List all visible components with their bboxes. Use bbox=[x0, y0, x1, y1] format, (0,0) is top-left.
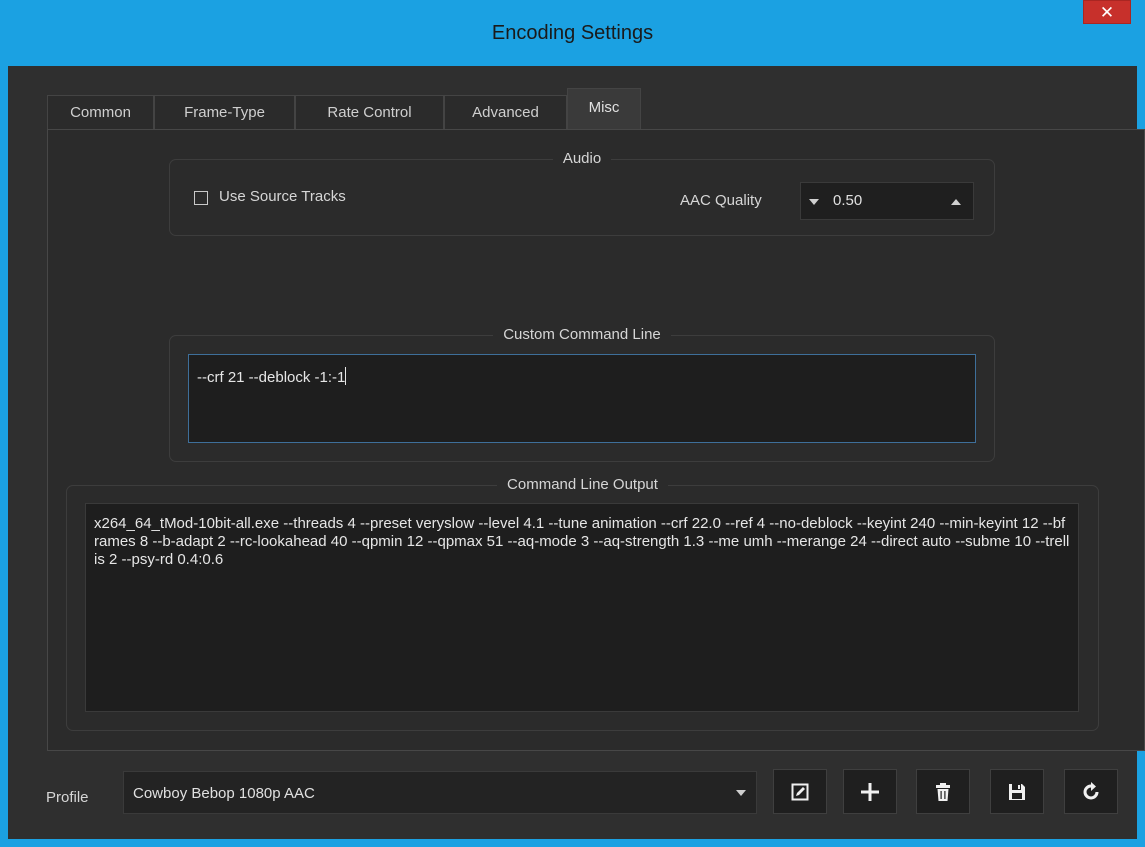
command-line-output-text[interactable]: x264_64_tMod-10bit-all.exe --threads 4 -… bbox=[85, 503, 1079, 712]
custom-command-line-title: Custom Command Line bbox=[493, 326, 671, 343]
reload-icon bbox=[1083, 781, 1099, 799]
tab-advanced[interactable]: Advanced bbox=[444, 95, 567, 130]
custom-command-line-input[interactable]: --crf 21 --deblock -1:-1 bbox=[188, 354, 976, 443]
use-source-tracks-label[interactable]: Use Source Tracks bbox=[219, 188, 346, 205]
profile-label: Profile bbox=[46, 789, 89, 806]
profile-combobox[interactable]: Cowboy Bebop 1080p AAC bbox=[123, 771, 757, 814]
tab-label: Rate Control bbox=[327, 104, 412, 121]
add-icon bbox=[861, 782, 879, 801]
aac-quality-spinbox[interactable]: 0.50 bbox=[800, 182, 974, 220]
tab-misc[interactable]: Misc bbox=[567, 88, 641, 130]
add-profile-button[interactable] bbox=[843, 769, 897, 814]
delete-profile-button[interactable] bbox=[916, 769, 970, 814]
tab-label: Misc bbox=[588, 99, 620, 116]
tab-label: Frame-Type bbox=[184, 104, 265, 121]
custom-command-line-text[interactable]: --crf 21 --deblock -1:-1 bbox=[197, 369, 345, 386]
audio-group-title: Audio bbox=[552, 150, 612, 167]
delete-icon bbox=[936, 782, 950, 801]
save-profile-button[interactable] bbox=[990, 769, 1044, 814]
text-caret bbox=[345, 367, 347, 385]
spin-down-icon[interactable] bbox=[809, 199, 819, 205]
encoding-settings-window: Encoding Settings ✕ Common Frame-Type Ra… bbox=[0, 0, 1145, 847]
tab-label: Common bbox=[70, 104, 131, 121]
tab-common[interactable]: Common bbox=[47, 95, 154, 130]
edit-profile-button[interactable] bbox=[773, 769, 827, 814]
chevron-down-icon[interactable] bbox=[736, 790, 746, 796]
aac-quality-value[interactable]: 0.50 bbox=[833, 192, 862, 209]
edit-icon bbox=[791, 783, 809, 800]
tab-frame-type[interactable]: Frame-Type bbox=[154, 95, 295, 130]
tab-rate-control[interactable]: Rate Control bbox=[295, 95, 444, 130]
command-line-output-title: Command Line Output bbox=[497, 476, 668, 493]
save-icon bbox=[1009, 783, 1025, 800]
aac-quality-label: AAC Quality bbox=[680, 192, 762, 209]
close-button[interactable]: ✕ bbox=[1083, 0, 1131, 24]
tab-label: Advanced bbox=[472, 104, 539, 121]
spin-up-icon[interactable] bbox=[951, 199, 961, 205]
profile-selected-value: Cowboy Bebop 1080p AAC bbox=[133, 785, 315, 802]
reload-profile-button[interactable] bbox=[1064, 769, 1118, 814]
window-title: Encoding Settings bbox=[491, 22, 654, 44]
title-bar[interactable]: Encoding Settings ✕ bbox=[0, 0, 1145, 66]
use-source-tracks-checkbox[interactable] bbox=[194, 191, 208, 205]
